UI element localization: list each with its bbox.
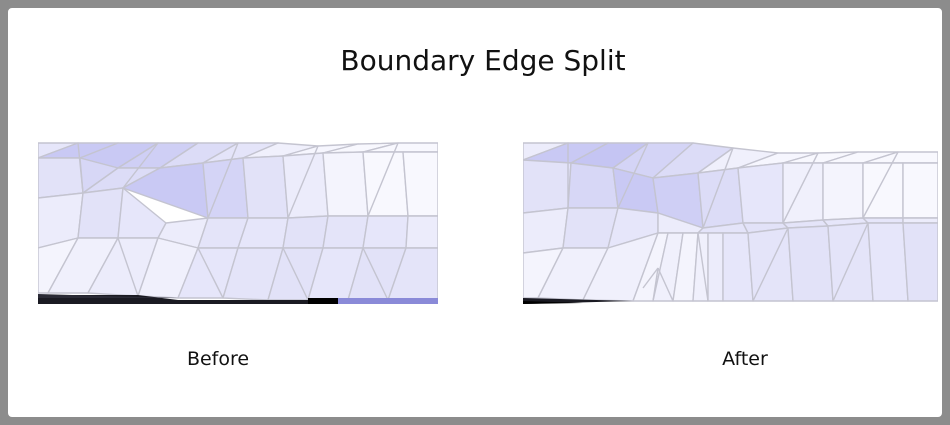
figure-frame: Boundary Edge Split Before After [0, 0, 950, 425]
after-caption: After [722, 348, 768, 370]
before-mesh-image [38, 142, 438, 304]
after-mesh-image [523, 142, 938, 304]
before-mesh-panel [38, 138, 438, 308]
after-mesh-panel [523, 138, 938, 308]
figure-title: Boundary Edge Split [340, 44, 626, 77]
before-caption: Before [186, 348, 250, 370]
